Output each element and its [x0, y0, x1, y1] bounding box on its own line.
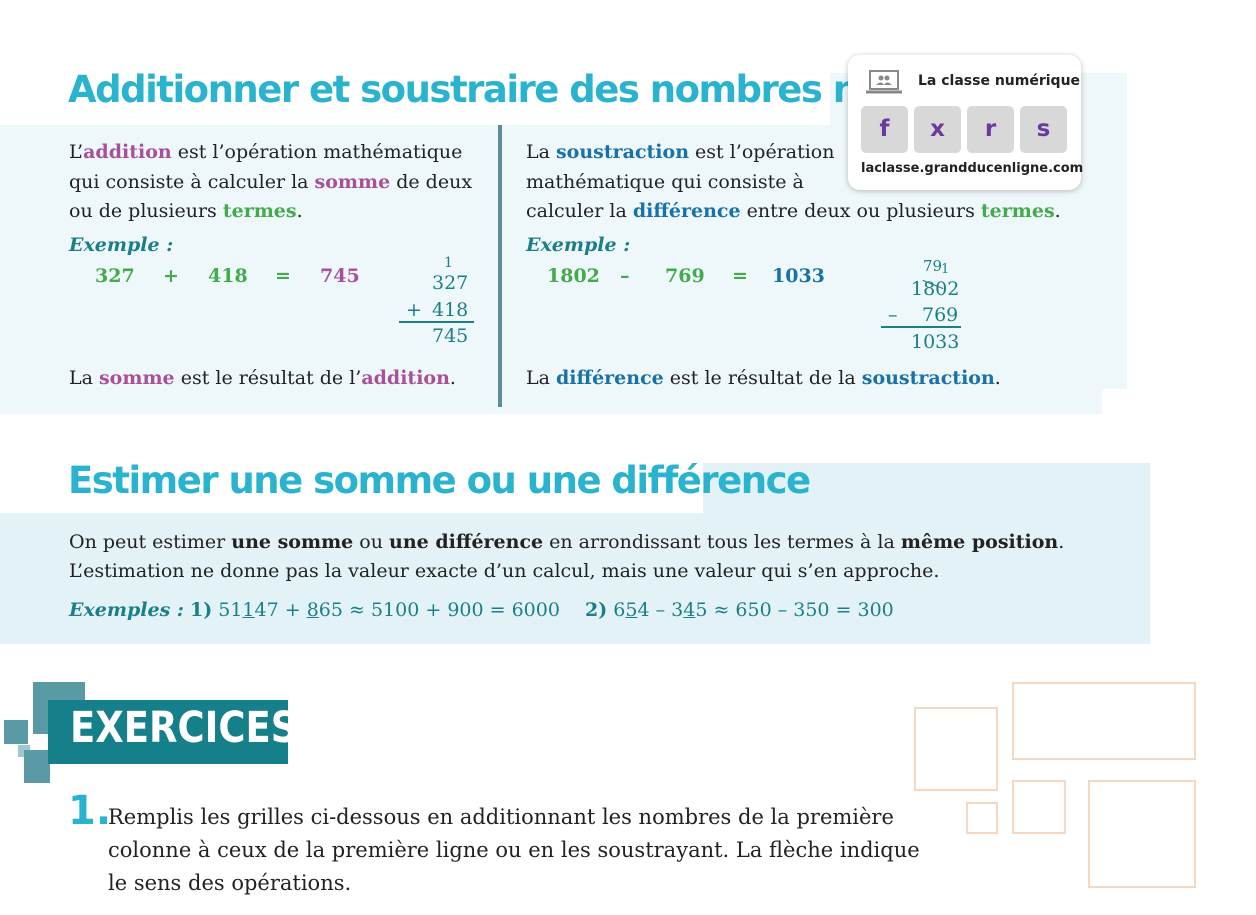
subtraction-col-a: 1802 [911, 278, 960, 300]
share-button-x[interactable]: x [914, 106, 961, 153]
decorative-square [1012, 682, 1196, 760]
subtraction-equals: = [732, 265, 748, 287]
addition-col-b: 418 [432, 299, 469, 321]
question-1-text: Remplis les grilles ci-dessous en additi… [108, 805, 920, 895]
addition-col-a: 327 [432, 272, 469, 294]
subtraction-borrow: 79 [923, 257, 943, 275]
subtraction-operator: – [620, 265, 630, 287]
decorative-square [1012, 780, 1066, 834]
subtraction-col-b: 769 [922, 304, 959, 326]
word-addition: addition [83, 141, 172, 163]
classe-numerique-label: La classe numérique [918, 73, 1081, 89]
decorative-square [1088, 780, 1196, 888]
subtraction-col-result: 1033 [911, 331, 960, 353]
subtraction-term-b: 769 [665, 265, 705, 287]
subtraction-col-op: – [888, 304, 898, 326]
subtraction-term-a: 1802 [547, 265, 600, 287]
subtraction-result: 1033 [772, 265, 825, 287]
word-termes: termes [222, 200, 297, 222]
subtraction-conclusion: La différence est le résultat de la sous… [526, 367, 1001, 389]
classe-numerique-box: La classe numérique f x r s laclasse.gra… [848, 55, 1083, 190]
addition-term-b: 418 [208, 265, 248, 287]
question-number: 1. [68, 788, 112, 834]
share-button-r[interactable]: r [967, 106, 1014, 153]
section2-examples: Exemples : 1) 51147 + 865 ≈ 5100 + 900 =… [69, 599, 560, 621]
exercices-banner-label: EXERCICES [70, 703, 298, 753]
estimate-example-1: 51147 + 865 ≈ 5100 + 900 = 6000 [218, 599, 560, 621]
subtraction-borrow-small: 1 [941, 262, 950, 277]
addition-carry: 1 [444, 255, 453, 271]
word-soustraction: soustraction [555, 141, 690, 163]
decorative-square [966, 802, 998, 834]
addition-definition: L’addition est l’opération mathématique … [69, 141, 473, 222]
word-somme: somme [314, 170, 391, 193]
addition-col-op: + [406, 299, 422, 321]
addition-result: 745 [320, 265, 360, 287]
classe-numerique-url[interactable]: laclasse.grandducenligne.com [861, 161, 1083, 176]
addition-operator: + [163, 265, 179, 287]
addition-col-line [399, 321, 474, 323]
section2-title: Estimer une somme ou une différence [68, 459, 811, 502]
decorative-square [914, 707, 998, 791]
addition-example-label: Exemple : [69, 234, 174, 256]
subtraction-example-label: Exemple : [526, 234, 631, 256]
addition-equals: = [275, 265, 291, 287]
section2-line1: On peut estimer une somme ou une différe… [69, 531, 1065, 553]
subtraction-col-line [881, 326, 961, 328]
addition-conclusion: La somme est le résultat de l’addition. [69, 367, 456, 389]
section-divider [498, 125, 502, 407]
word-difference: différence [632, 200, 741, 222]
share-button-f[interactable]: f [861, 106, 908, 153]
section2-line2: L’estimation ne donne pas la valeur exac… [69, 560, 940, 582]
estimate-example-2: 2) 654 – 345 ≈ 650 – 350 = 300 [585, 599, 894, 621]
laptop-icon [865, 68, 903, 96]
addition-col-result: 745 [432, 325, 469, 347]
addition-term-a: 327 [95, 265, 135, 287]
share-button-s[interactable]: s [1020, 106, 1067, 153]
